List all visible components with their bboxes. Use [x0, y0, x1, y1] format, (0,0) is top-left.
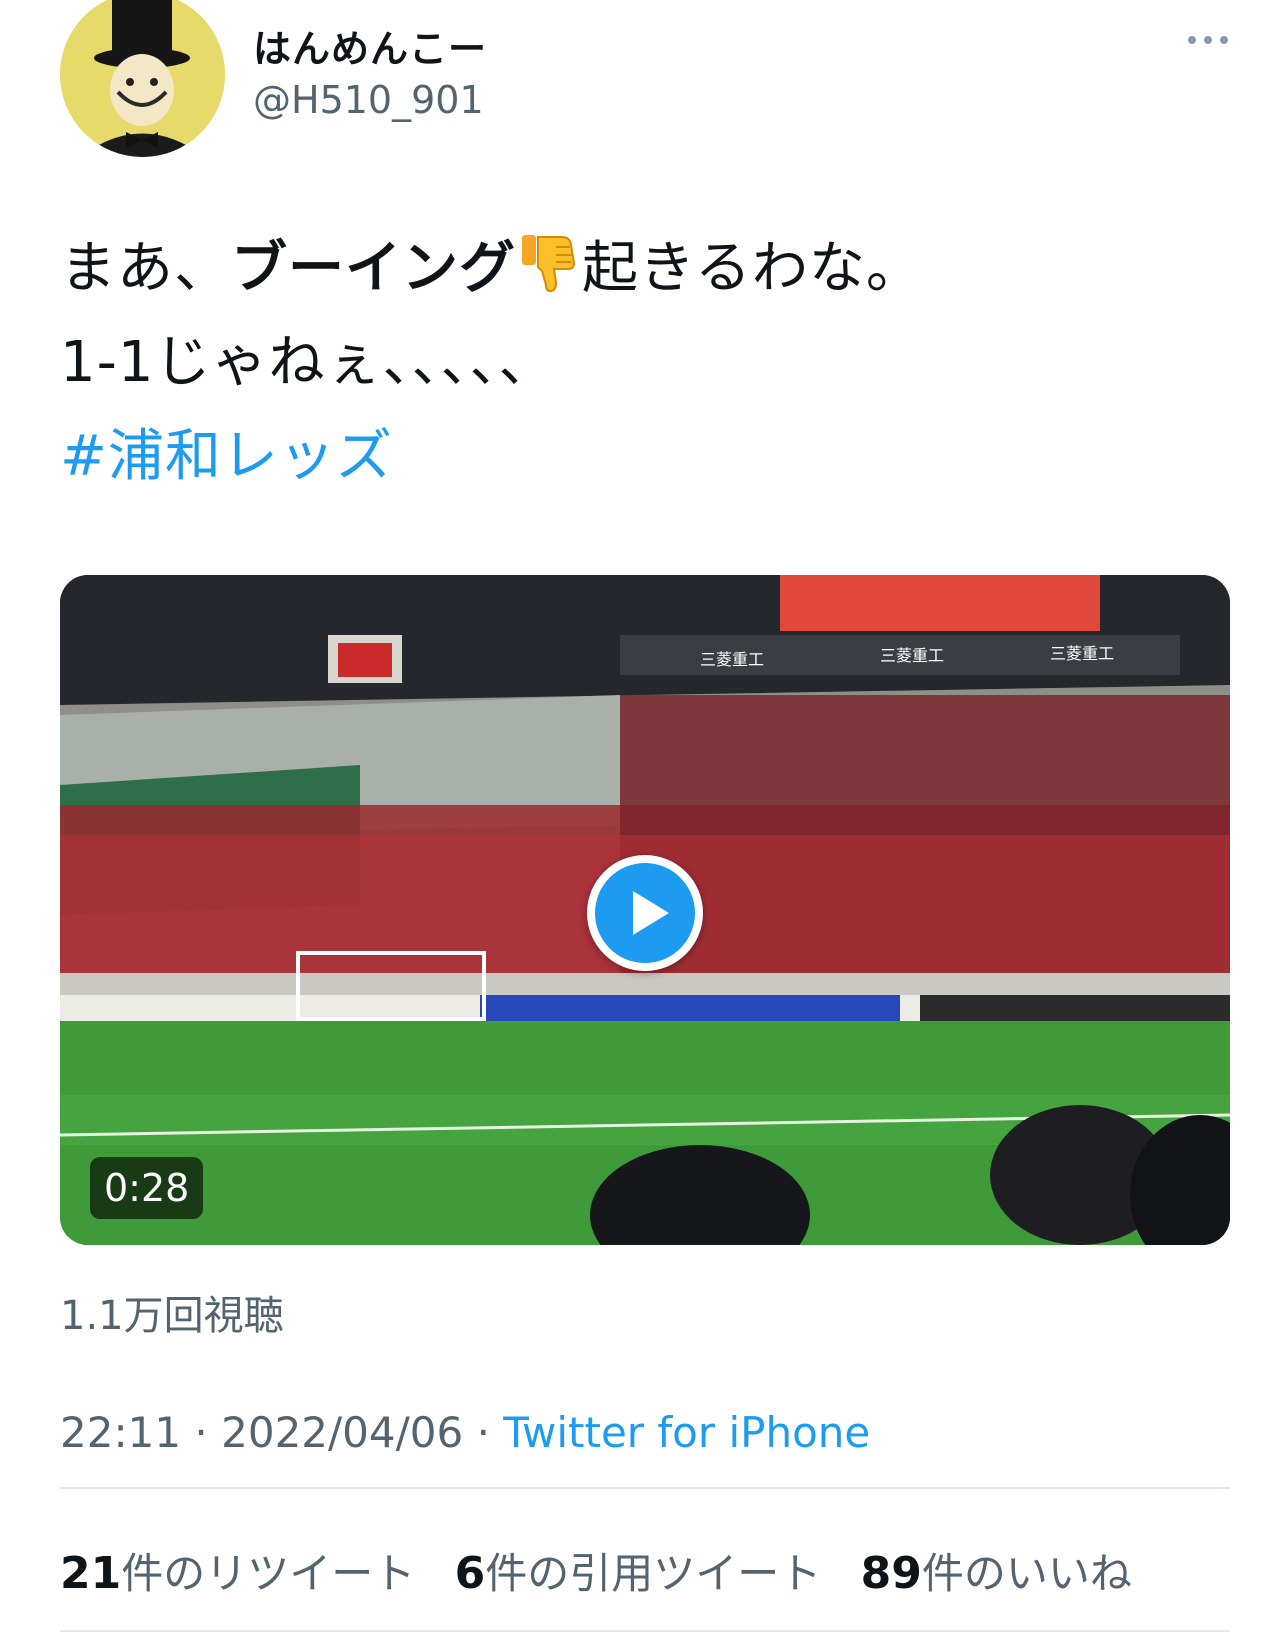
tweet-text: まあ、ブーイング 起きるわな。 1-1じゃねぇ、、、、、 #浦和レッズ: [60, 222, 1180, 504]
retweets-stat[interactable]: 21件のリツイート: [60, 1548, 416, 1599]
tweet-bold-word: ブーイング: [231, 236, 516, 301]
play-button[interactable]: [587, 855, 703, 971]
more-options-icon[interactable]: [1186, 30, 1230, 50]
tweet-date: 2022/04/06: [221, 1408, 464, 1457]
likes-label: 件のいいね: [921, 1549, 1132, 1598]
video-player[interactable]: 三菱重工 三菱重工 三菱重工 0:28: [60, 575, 1230, 1245]
tweet-meta: 22:11 · 2022/04/06 · Twitter for iPhone: [60, 1408, 870, 1457]
likes-stat[interactable]: 89件のいいね: [860, 1548, 1132, 1599]
retweets-count: 21: [60, 1548, 122, 1599]
tweet-source-link[interactable]: Twitter for iPhone: [503, 1408, 870, 1457]
tweet-time: 22:11: [60, 1408, 182, 1457]
board-sign: 三菱重工: [700, 650, 764, 669]
display-name[interactable]: はんめんこー: [253, 18, 487, 73]
quotes-label: 件の引用ツイート: [485, 1549, 822, 1598]
hashtag-link[interactable]: #浦和レッズ: [60, 410, 1180, 504]
tweet-text-segment: まあ、: [60, 236, 231, 301]
user-handle[interactable]: @H510_901: [253, 78, 484, 122]
view-count: 1.1万回視聴: [60, 1293, 284, 1339]
avatar[interactable]: [60, 0, 225, 157]
divider: [60, 1487, 1230, 1489]
likes-count: 89: [860, 1548, 922, 1599]
meta-separator: ·: [194, 1408, 208, 1457]
tweet-header: はんめんこー @H510_901: [60, 0, 1230, 160]
divider: [60, 1630, 1230, 1632]
meta-separator: ·: [476, 1408, 490, 1457]
thumbs-down-icon: [516, 229, 582, 295]
board-sign: 三菱重工: [880, 646, 944, 665]
video-duration: 0:28: [90, 1157, 204, 1219]
quotes-stat[interactable]: 6件の引用ツイート: [454, 1548, 822, 1599]
tweet-text-segment: 起きるわな。: [582, 236, 923, 301]
retweets-label: 件のリツイート: [121, 1549, 416, 1598]
quotes-count: 6: [454, 1548, 486, 1599]
board-sign: 三菱重工: [1050, 644, 1114, 663]
tweet-line-2: 1-1じゃねぇ、、、、、: [60, 330, 556, 395]
tweet-stats: 21件のリツイート 6件の引用ツイート 89件のいいね: [60, 1540, 1158, 1601]
play-icon: [595, 863, 695, 963]
tweet-line-1: まあ、ブーイング 起きるわな。: [60, 222, 1180, 316]
